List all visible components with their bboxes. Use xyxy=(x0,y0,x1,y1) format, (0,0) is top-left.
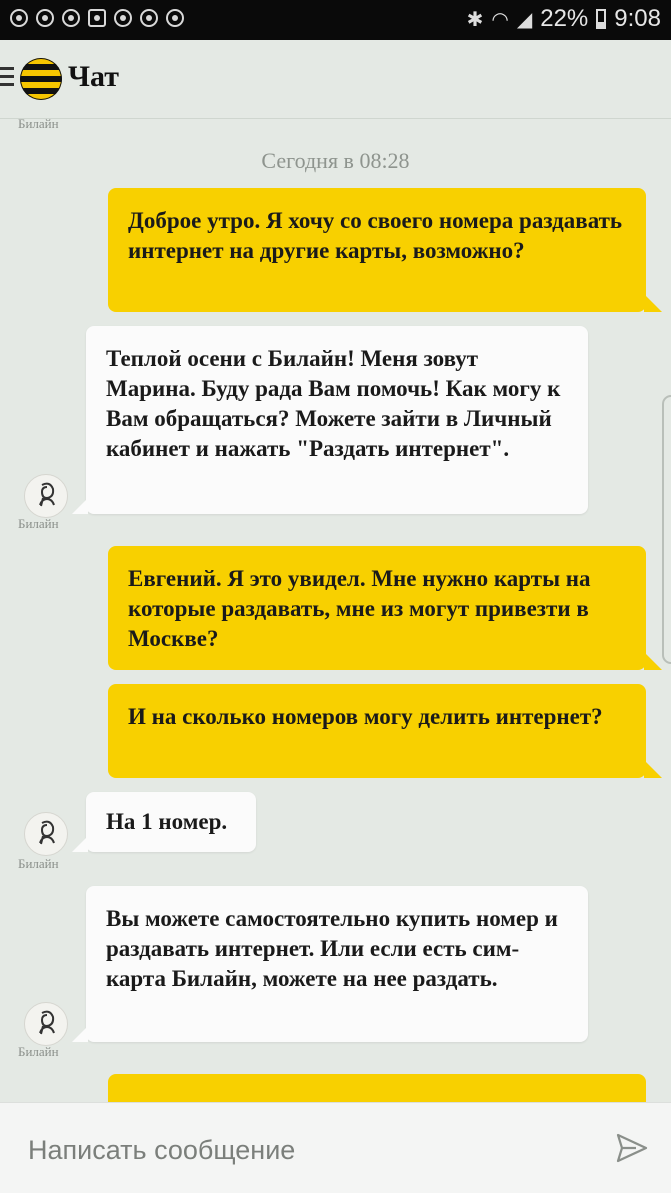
menu-icon[interactable] xyxy=(0,67,14,89)
wifi-icon: ◠ xyxy=(491,8,509,31)
notification-icons xyxy=(10,9,184,27)
status-bar: ✱ ◠ ◢ 22% 9:08 xyxy=(0,0,671,40)
outgoing-message-partial xyxy=(108,1074,646,1104)
notification-icon xyxy=(10,9,28,27)
operator-name: Билайн xyxy=(18,516,59,531)
operator-avatar xyxy=(24,474,68,518)
operator-avatar xyxy=(24,812,68,856)
battery-percent: 22% xyxy=(540,5,589,32)
operator-name: Билайн xyxy=(18,1044,59,1059)
app-bar: Чат xyxy=(0,40,671,119)
message-composer xyxy=(0,1102,671,1193)
signal-icon: ◢ xyxy=(516,8,533,31)
scrollbar[interactable] xyxy=(662,395,671,664)
bluetooth-icon: ✱ xyxy=(466,8,484,31)
battery-icon xyxy=(596,9,607,29)
outgoing-message: И на сколько номеров могу делить интерне… xyxy=(108,684,662,778)
outgoing-message: Доброе утро. Я хочу со своего номера раз… xyxy=(108,188,662,312)
outgoing-message: Евгений. Я это увидел. Мне нужно карты н… xyxy=(108,546,662,670)
notification-icon xyxy=(88,9,106,27)
incoming-message: На 1 номер. xyxy=(72,792,256,852)
message-input[interactable] xyxy=(26,1129,590,1171)
operator-name: Билайн xyxy=(18,856,59,871)
chrome-icon xyxy=(114,9,132,27)
chrome-icon xyxy=(62,9,80,27)
send-icon[interactable] xyxy=(616,1133,648,1163)
clock: 9:08 xyxy=(614,5,661,32)
chrome-icon xyxy=(166,9,184,27)
date-separator: Сегодня в 08:28 xyxy=(261,148,410,173)
operator-avatar xyxy=(24,1002,68,1046)
chrome-icon xyxy=(140,9,158,27)
incoming-message: Теплой осени с Билайн! Меня зовут Марина… xyxy=(72,326,588,514)
page-subtitle: Билайн xyxy=(18,116,59,131)
beeline-logo xyxy=(20,58,62,100)
page-title: Чат xyxy=(68,60,119,93)
incoming-message: Вы можете самостоятельно купить номер и … xyxy=(72,886,588,1042)
notification-icon xyxy=(36,9,54,27)
